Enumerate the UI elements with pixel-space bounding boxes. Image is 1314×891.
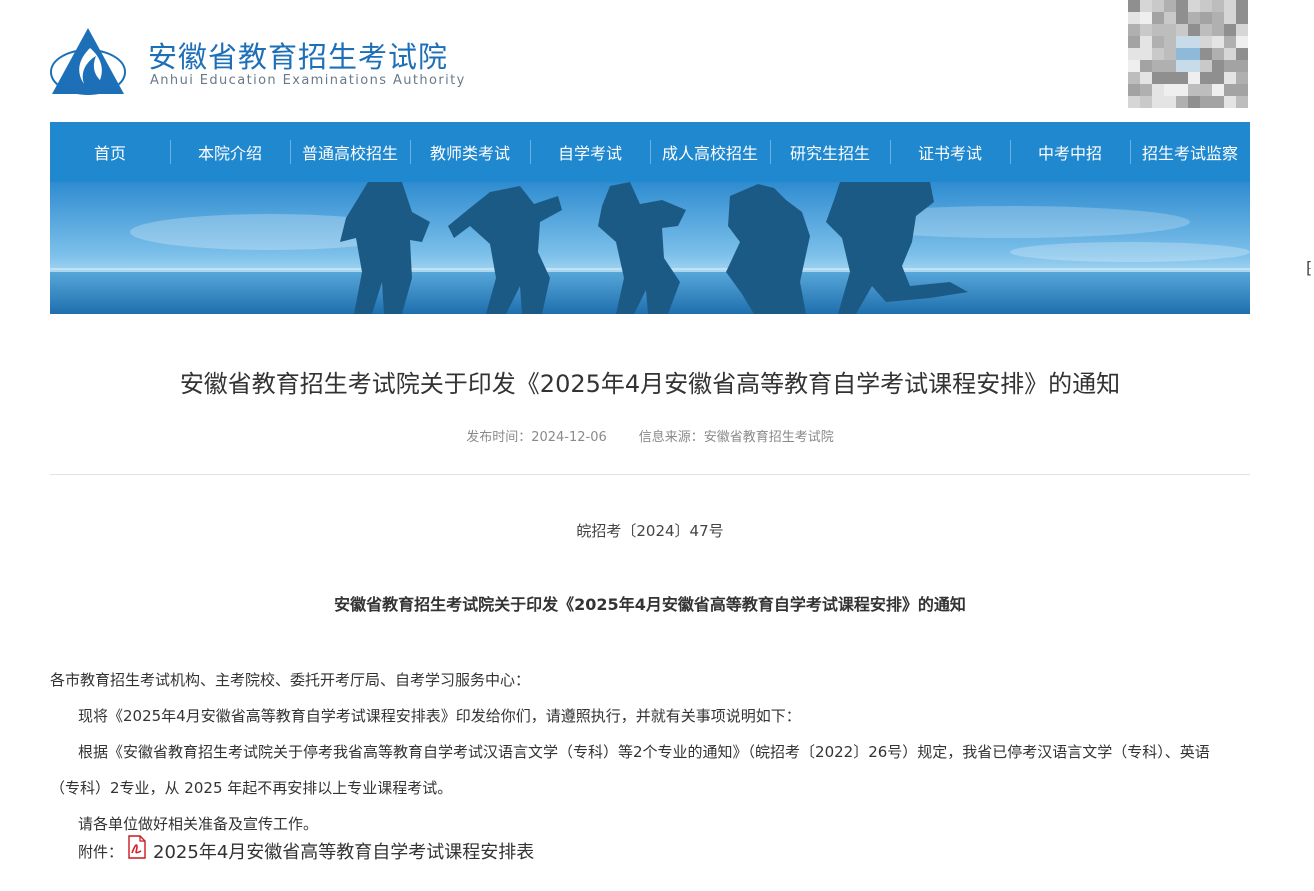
attachment-link[interactable]: 2025年4月安徽省高等教育自学考试课程安排表 xyxy=(153,838,534,864)
nav-item[interactable]: 成人高校招生 xyxy=(650,122,770,182)
banner-graduates-illustration xyxy=(50,182,1250,314)
nav-item[interactable]: 教师类考试 xyxy=(410,122,530,182)
nav-item[interactable]: 自学考试 xyxy=(530,122,650,182)
nav-item[interactable]: 本院介绍 xyxy=(170,122,290,182)
site-title-english: Anhui Education Examinations Authority xyxy=(150,73,466,88)
document-number: 皖招考〔2024〕47号 xyxy=(576,522,724,540)
attachment-row: 附件： 2025年4月安徽省高等教育自学考试课程安排表 xyxy=(78,835,534,864)
attachment-label: 附件： xyxy=(78,842,124,861)
article-title: 安徽省教育招生考试院关于印发《2025年4月安徽省高等教育自学考试课程安排》的通… xyxy=(179,370,1121,398)
nav-item[interactable]: 中考中招 xyxy=(1010,122,1130,182)
nav-item[interactable]: 首页 xyxy=(50,122,170,182)
site-title[interactable]: 安徽省教育招生考试院 xyxy=(148,34,448,76)
nav-item[interactable]: 招生考试监察 xyxy=(1130,122,1250,182)
paragraph: 现将《2025年4月安徽省高等教育自学考试课程安排表》印发给你们，请遵照执行，并… xyxy=(78,707,801,725)
paragraph: 请各单位做好相关准备及宣传工作。 xyxy=(78,815,319,833)
info-source: 信息来源：安徽省教育招生考试院 xyxy=(638,430,834,445)
pdf-file-icon[interactable] xyxy=(127,835,147,859)
divider xyxy=(50,474,1250,475)
nav-item[interactable]: 证书考试 xyxy=(890,122,1010,182)
article-meta: 发布时间：2024-12-06 信息来源：安徽省教育招生考试院 xyxy=(50,426,1250,445)
triangle-flame-logo[interactable] xyxy=(50,26,126,96)
site-header: 安徽省教育招生考试院 Anhui Education Examinations … xyxy=(50,0,1250,122)
paragraph: 根据《安徽省教育招生考试院关于停考我省高等教育自学考试汉语言文学（专科）等2个专… xyxy=(50,743,1210,797)
side-share-icon[interactable]: ⁅ xyxy=(1306,258,1312,277)
banner-image xyxy=(50,182,1250,314)
document-title: 安徽省教育招生考试院关于印发《2025年4月安徽省高等教育自学考试课程安排》的通… xyxy=(334,595,966,614)
main-nav: 首页 本院介绍 普通高校招生 教师类考试 自学考试 成人高校招生 研究生招生 证书考试 中考中招… xyxy=(50,122,1250,182)
qr-code-icon xyxy=(1128,0,1248,108)
paragraph-salutation: 各市教育招生考试机构、主考院校、委托开考厅局、自考学习服务中心： xyxy=(50,671,531,689)
article-body: 各市教育招生考试机构、主考院校、委托开考厅局、自考学习服务中心： 现将《2025… xyxy=(50,662,1220,842)
nav-item[interactable]: 研究生招生 xyxy=(770,122,890,182)
nav-item[interactable]: 普通高校招生 xyxy=(290,122,410,182)
publish-time: 发布时间：2024-12-06 xyxy=(466,430,607,445)
